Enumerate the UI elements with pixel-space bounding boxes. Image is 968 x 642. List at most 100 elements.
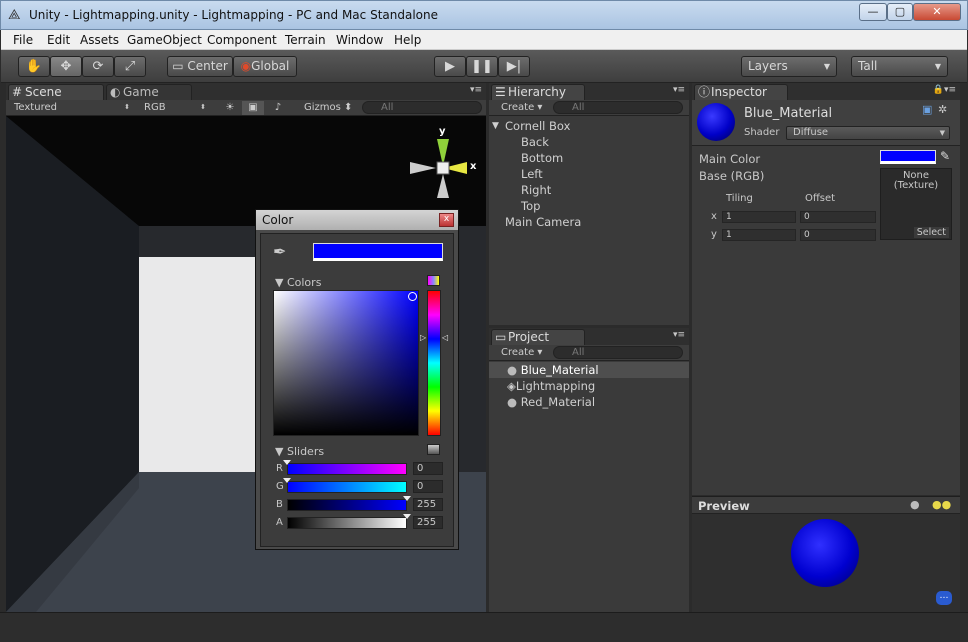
b-slider[interactable] xyxy=(287,499,407,511)
play-icon[interactable]: ▶ xyxy=(434,56,466,77)
hierarchy-item[interactable]: Bottom xyxy=(521,151,563,165)
g-slider[interactable] xyxy=(287,481,407,493)
tab-hierarchy[interactable]: ☰ Hierarchy xyxy=(491,84,585,100)
offset-y-input[interactable]: 0 xyxy=(800,229,876,241)
tiling-x-input[interactable]: 1 xyxy=(722,211,796,223)
project-create-dropdown[interactable]: Create ▾ xyxy=(501,346,547,360)
tiling-y-input[interactable]: 1 xyxy=(722,229,796,241)
help-book-icon[interactable]: ▣ xyxy=(922,103,932,116)
sv-cursor[interactable] xyxy=(408,292,417,301)
menu-assets[interactable]: Assets xyxy=(80,33,119,47)
panel-menu-icon[interactable]: ▾≡ xyxy=(673,85,685,95)
hue-slider[interactable] xyxy=(427,290,441,436)
hue-slider-handle-right[interactable]: ◁ xyxy=(442,333,448,342)
panel-menu-icon[interactable]: ▾≡ xyxy=(944,85,956,95)
tab-game[interactable]: ◐ Game xyxy=(106,84,192,100)
menu-terrain[interactable]: Terrain xyxy=(285,33,326,47)
hierarchy-item[interactable]: Main Camera xyxy=(505,215,581,229)
preview-light-icon[interactable]: ●● xyxy=(932,498,951,511)
scene-icon: ◈ xyxy=(507,379,516,393)
texture-slot[interactable]: None (Texture) Select xyxy=(880,168,952,240)
project-item-lightmapping[interactable]: ◈Lightmapping xyxy=(507,379,595,393)
color-mode-dropdown[interactable]: RGB ⬍ xyxy=(144,101,208,115)
pivot-center-button[interactable]: ▭ Center xyxy=(167,56,233,77)
shader-dropdown[interactable]: Diffuse ▼ xyxy=(786,126,950,140)
pivot-global-button[interactable]: ◉Global xyxy=(233,56,297,77)
g-slider-handle[interactable] xyxy=(283,478,291,496)
r-slider-handle[interactable] xyxy=(283,460,291,478)
scale-tool-icon[interactable]: ⤢ xyxy=(114,56,146,77)
audio-toggle-icon[interactable]: ♪ xyxy=(268,101,288,115)
hierarchy-item-label: Bottom xyxy=(521,151,564,165)
project-item-red-material[interactable]: ● Red_Material xyxy=(507,395,595,409)
a-slider[interactable] xyxy=(287,517,407,529)
a-slider-handle[interactable] xyxy=(403,514,411,532)
pivot-icon: ▭ xyxy=(172,59,188,73)
minimize-button[interactable]: — xyxy=(859,3,887,21)
maximize-button[interactable]: ▢ xyxy=(887,3,913,21)
eyedropper-icon[interactable]: ✎ xyxy=(940,149,950,163)
axis-x-label: x xyxy=(470,161,477,172)
offset-x-input[interactable]: 0 xyxy=(800,211,876,223)
hierarchy-create-dropdown[interactable]: Create ▾ xyxy=(501,101,547,115)
hierarchy-item[interactable]: ▼ Cornell Box xyxy=(492,119,570,133)
more-options-icon[interactable]: … xyxy=(936,591,952,605)
tab-scene[interactable]: # Scene xyxy=(8,84,104,100)
g-value-input[interactable]: 0 xyxy=(413,480,443,493)
project-item-blue-material[interactable]: ● Blue_Material xyxy=(507,363,599,377)
move-tool-icon[interactable]: ✥ xyxy=(50,56,82,77)
eyedropper-icon[interactable]: ✒ xyxy=(273,242,286,261)
menu-window[interactable]: Window xyxy=(336,33,383,47)
pause-icon[interactable]: ❚❚ xyxy=(466,56,498,77)
window-title: Unity - Lightmapping.unity - Lightmappin… xyxy=(29,8,438,22)
material-header: Blue_Material Shader Diffuse ▼ ▣ ✲ xyxy=(692,100,960,146)
layers-dropdown[interactable]: Layers ▼ xyxy=(741,56,837,77)
shader-value: Diffuse xyxy=(793,127,829,138)
gizmos-dropdown[interactable]: Gizmos ⬍ xyxy=(304,101,356,115)
image-toggle-icon[interactable]: ▣ xyxy=(242,101,264,115)
a-value-input[interactable]: 255 xyxy=(413,516,443,529)
color-picker-close-button[interactable]: x xyxy=(439,213,454,227)
hue-slider-handle-left[interactable]: ▷ xyxy=(420,333,426,342)
hierarchy-item[interactable]: Top xyxy=(521,199,540,213)
menu-edit[interactable]: Edit xyxy=(47,33,70,47)
step-icon[interactable]: ▶| xyxy=(498,56,530,77)
hand-tool-icon[interactable]: ✋ xyxy=(18,56,50,77)
menu-help[interactable]: Help xyxy=(394,33,421,47)
project-search-input[interactable]: All xyxy=(553,346,683,359)
color-mode-icon[interactable] xyxy=(427,275,440,286)
expand-arrow-icon[interactable]: ▼ xyxy=(492,121,499,131)
preview-sphere xyxy=(791,519,859,587)
rotate-tool-icon[interactable]: ⟳ xyxy=(82,56,114,77)
layout-dropdown[interactable]: Tall ▼ xyxy=(851,56,948,77)
r-slider[interactable] xyxy=(287,463,407,475)
slider-mode-icon[interactable] xyxy=(427,444,440,455)
tab-project[interactable]: ▭ Project xyxy=(491,329,585,345)
panel-menu-icon[interactable]: ▾≡ xyxy=(673,330,685,340)
status-bar xyxy=(0,612,968,642)
hierarchy-item[interactable]: Back xyxy=(521,135,549,149)
menu-gameobject[interactable]: GameObject xyxy=(127,33,202,47)
lighting-toggle-icon[interactable]: ☀ xyxy=(220,101,240,115)
tab-inspector[interactable]: ⓘ Inspector xyxy=(694,84,788,100)
gear-icon[interactable]: ✲ xyxy=(938,103,947,116)
preview-sphere-icon[interactable]: ● xyxy=(910,498,920,511)
r-value-input[interactable]: 0 xyxy=(413,462,443,475)
hierarchy-search-input[interactable]: All xyxy=(553,101,683,114)
main-color-swatch[interactable] xyxy=(880,150,936,164)
b-slider-handle[interactable] xyxy=(403,496,411,514)
close-button[interactable]: ✕ xyxy=(913,3,961,21)
menu-component[interactable]: Component xyxy=(207,33,277,47)
menu-file[interactable]: File xyxy=(13,33,33,47)
texture-select-button[interactable]: Select xyxy=(913,227,949,238)
saturation-value-field[interactable] xyxy=(273,290,419,436)
hierarchy-item[interactable]: Left xyxy=(521,167,543,181)
scene-orientation-gizmo[interactable]: y x xyxy=(406,126,482,206)
panel-menu-icon[interactable]: ▾≡ xyxy=(470,85,482,95)
folder-icon: ▭ xyxy=(495,330,507,344)
hierarchy-item[interactable]: Right xyxy=(521,183,551,197)
b-value-input[interactable]: 255 xyxy=(413,498,443,511)
scene-search-input[interactable]: All xyxy=(362,101,482,114)
lock-icon[interactable]: 🔒 xyxy=(933,85,944,95)
render-mode-dropdown[interactable]: Textured ⬍ xyxy=(14,101,132,115)
